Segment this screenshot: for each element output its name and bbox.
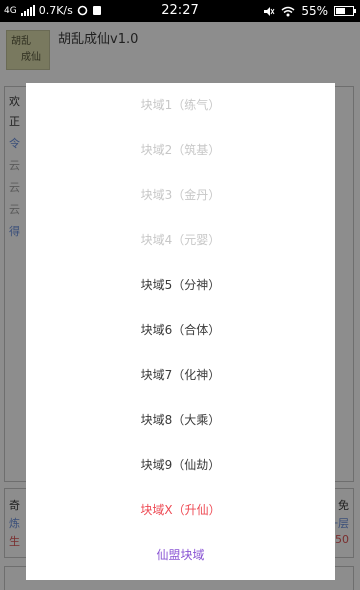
- panel-line[interactable]: 得: [9, 223, 20, 239]
- bottom-right-line: 免: [338, 499, 349, 512]
- panel-line: 正: [9, 115, 20, 128]
- bottom-left-line: 炼: [9, 517, 20, 530]
- avatar-text-line: 胡乱: [11, 36, 31, 47]
- dialog-item-region-1: 块域1（练气）: [140, 98, 221, 112]
- dialog-item-region-3: 块域3（金丹）: [140, 188, 221, 202]
- battery-percent: 55%: [301, 4, 328, 18]
- block-region-dialog: 块域1（练气） 块域2（筑基） 块域3（金丹） 块域4（元婴） 块域5（分神） …: [26, 83, 335, 580]
- dialog-item-region-x[interactable]: 块域X（升仙）: [26, 495, 335, 525]
- mute-icon: [264, 6, 275, 16]
- panel-line[interactable]: 令: [9, 135, 20, 151]
- bottom-left-line: 奇: [9, 499, 20, 512]
- dialog-item-region-4: 块域4（元婴）: [140, 233, 221, 247]
- status-bar-right: 55%: [263, 4, 356, 18]
- dialog-item-region-2: 块域2（筑基）: [140, 143, 221, 157]
- game-avatar[interactable]: 胡乱 成仙: [6, 30, 50, 70]
- wifi-icon: [281, 6, 295, 16]
- panel-line: 云: [9, 181, 20, 194]
- panel-line: 云: [9, 203, 20, 216]
- avatar-text-line: 成仙: [21, 52, 41, 63]
- dialog-item-region-8[interactable]: 块域8（大乘）: [26, 405, 335, 435]
- dialog-item-region-5[interactable]: 块域5（分神）: [26, 270, 335, 300]
- bottom-left-line: 生: [9, 535, 20, 548]
- app-title: 胡乱成仙v1.0: [58, 32, 139, 47]
- status-bar: 4G 0.7K/s 22:27 55%: [0, 0, 360, 22]
- dialog-item-region-9[interactable]: 块域9（仙劫）: [26, 450, 335, 480]
- panel-line: 欢: [9, 95, 20, 108]
- dialog-item-region-6[interactable]: 块域6（合体）: [26, 315, 335, 345]
- dialog-item-league-region[interactable]: 仙盟块域: [26, 540, 335, 570]
- dialog-item-region-7[interactable]: 块域7（化神）: [26, 360, 335, 390]
- battery-level: [336, 8, 345, 14]
- panel-line: 云: [9, 159, 20, 172]
- app-header: 胡乱 成仙 胡乱成仙v1.0: [0, 22, 360, 76]
- battery-icon: [334, 6, 356, 16]
